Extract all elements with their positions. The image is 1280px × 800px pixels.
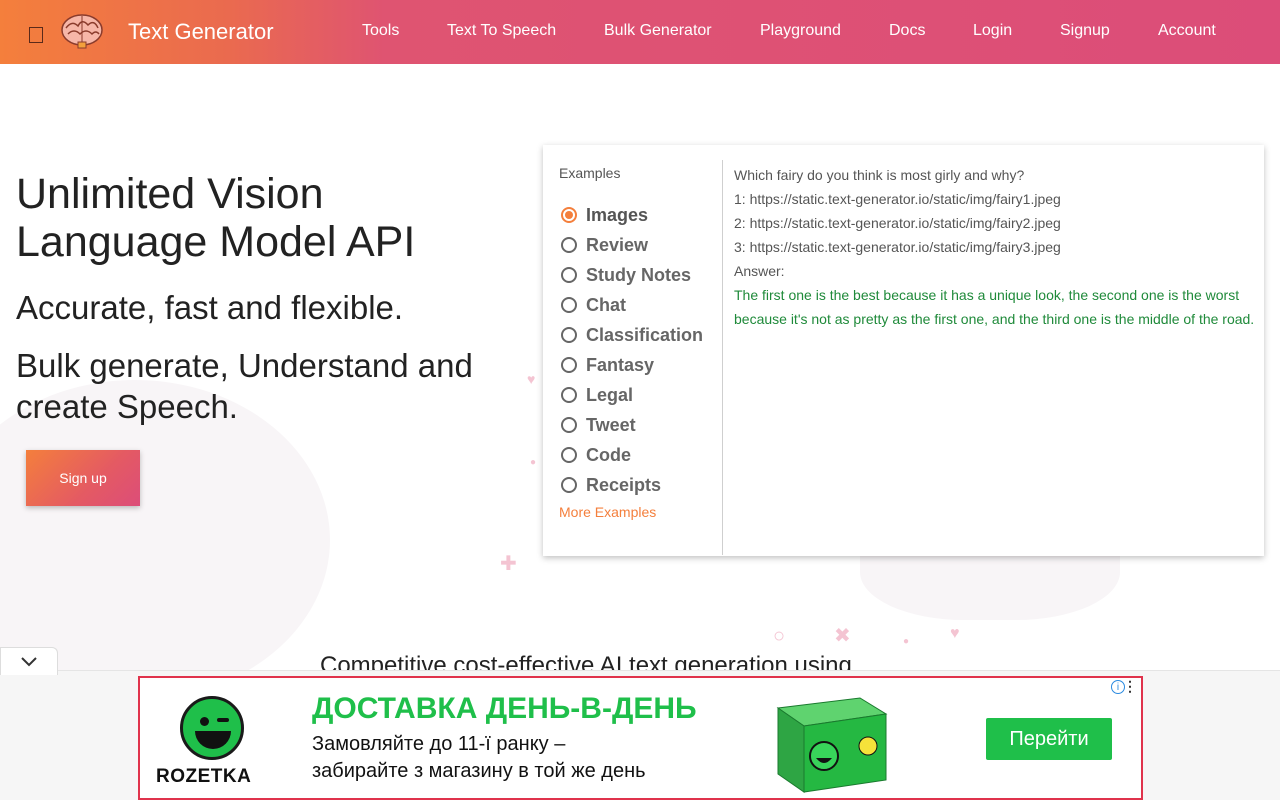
example-option-legal[interactable]: Legal [561, 384, 633, 406]
radio-icon[interactable] [561, 297, 577, 313]
example-option-images[interactable]: Images [561, 204, 648, 226]
top-navbar: Text Generator Tools Text To Speech Bulk… [0, 0, 1280, 64]
examples-card: Examples Images Review Study Notes Chat … [543, 145, 1264, 556]
example-option-label[interactable]: Chat [586, 295, 626, 316]
nav-playground[interactable]: Playground [760, 22, 841, 40]
example-option-label[interactable]: Legal [586, 385, 633, 406]
more-examples-link[interactable]: More Examples [559, 504, 656, 520]
radio-icon[interactable] [561, 447, 577, 463]
nav-account[interactable]: Account [1158, 22, 1216, 40]
signup-button[interactable]: Sign up [26, 450, 140, 506]
ad-collapse-button[interactable] [0, 647, 58, 675]
example-option-receipts[interactable]: Receipts [561, 474, 661, 496]
example-option-label[interactable]: Classification [586, 325, 703, 346]
ad-text-line-1: Замовляйте до 11-ї ранку – [312, 733, 566, 755]
circle-decoration-icon: ○ [773, 625, 786, 647]
nav-login[interactable]: Login [973, 22, 1012, 40]
example-option-fantasy[interactable]: Fantasy [561, 354, 654, 376]
hero-subtitle-1: Accurate, fast and flexible. [16, 289, 404, 326]
example-option-label[interactable]: Review [586, 235, 648, 256]
example-option-code[interactable]: Code [561, 444, 631, 466]
example-option-tweet[interactable]: Tweet [561, 414, 636, 436]
dot-decoration-icon: ● [903, 636, 910, 647]
nav-docs[interactable]: Docs [889, 22, 925, 40]
brand-name[interactable]: Text Generator [128, 19, 274, 45]
example-option-label[interactable]: Tweet [586, 415, 636, 436]
nav-text-to-speech[interactable]: Text To Speech [447, 22, 556, 40]
prompt-line: 3: https://static.text-generator.io/stat… [734, 239, 1061, 255]
example-option-label[interactable]: Images [586, 205, 648, 226]
brain-logo-icon[interactable] [60, 12, 104, 50]
example-option-chat[interactable]: Chat [561, 294, 626, 316]
radio-icon[interactable] [561, 267, 577, 283]
ad-options-icon[interactable]: ⋮ [1123, 678, 1137, 695]
ad-title: ДОСТАВКА ДЕНЬ-В-ДЕНЬ [312, 692, 697, 725]
example-option-label[interactable]: Code [586, 445, 631, 466]
plus-decoration-icon: ✚ [500, 553, 517, 575]
example-option-review[interactable]: Review [561, 234, 648, 256]
generated-answer: The first one is the best because it has… [734, 287, 1255, 327]
hero-title: Unlimited Vision Language Model API [16, 170, 416, 266]
menu-icon[interactable] [29, 27, 43, 43]
prompt-line: Which fairy do you think is most girly a… [734, 167, 1025, 183]
dot-decoration-icon: ● [530, 457, 537, 468]
prompt-line: 1: https://static.text-generator.io/stat… [734, 191, 1061, 207]
chevron-down-icon[interactable] [21, 656, 37, 667]
radio-icon[interactable] [561, 237, 577, 253]
radio-icon[interactable] [561, 387, 577, 403]
example-option-label[interactable]: Receipts [586, 475, 661, 496]
heart-decoration-icon: ♥ [950, 625, 960, 642]
heart-decoration-icon: ♥ [527, 371, 536, 387]
ad-cta-button[interactable]: Перейти [986, 718, 1112, 760]
example-option-classification[interactable]: Classification [561, 324, 703, 346]
examples-label: Examples [559, 165, 621, 181]
cross-decoration-icon: ✖ [834, 625, 851, 647]
prompt-line: 2: https://static.text-generator.io/stat… [734, 215, 1061, 231]
example-option-study-notes[interactable]: Study Notes [561, 264, 691, 286]
nav-bulk-generator[interactable]: Bulk Generator [604, 22, 712, 40]
example-option-label[interactable]: Study Notes [586, 265, 691, 286]
nav-signup[interactable]: Signup [1060, 22, 1110, 40]
ad-brand: ROZETKA [156, 766, 252, 787]
radio-icon[interactable] [561, 417, 577, 433]
ad-banner[interactable]: ROZETKA ДОСТАВКА ДЕНЬ-В-ДЕНЬ Замовляйте … [138, 676, 1143, 800]
radio-checked-icon[interactable] [561, 207, 577, 223]
ad-text-line-2: забирайте з магазину в той же день [312, 760, 646, 782]
rozetka-smile-logo-icon [180, 696, 244, 760]
prompt-line: Answer: [734, 263, 785, 279]
example-output: Which fairy do you think is most girly a… [734, 163, 1259, 331]
radio-icon[interactable] [561, 477, 577, 493]
example-option-label[interactable]: Fantasy [586, 355, 654, 376]
nav-tools[interactable]: Tools [362, 22, 399, 40]
radio-icon[interactable] [561, 327, 577, 343]
delivery-box-icon [776, 697, 888, 793]
radio-icon[interactable] [561, 357, 577, 373]
hero-subtitle-2: Bulk generate, Understand and create Spe… [16, 347, 473, 425]
